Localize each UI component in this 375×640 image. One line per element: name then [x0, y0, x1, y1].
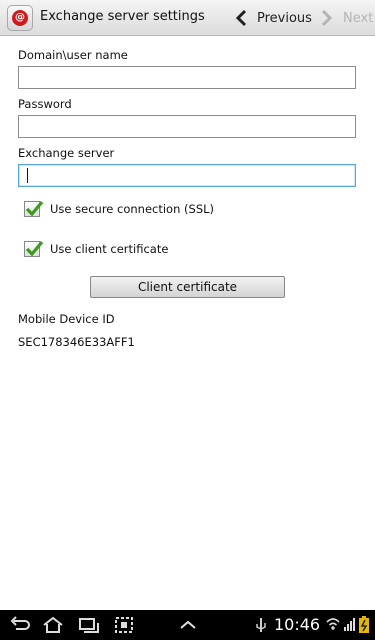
- usb-icon: [256, 618, 266, 632]
- chevron-right-icon: [321, 9, 333, 27]
- up-chevron-icon[interactable]: [177, 616, 199, 634]
- previous-label: Previous: [257, 10, 312, 26]
- home-icon[interactable]: [42, 616, 64, 634]
- domain-user-label: Domain\user name: [18, 48, 128, 62]
- at-sign-icon: @: [12, 10, 28, 26]
- recent-apps-icon[interactable]: [78, 616, 100, 634]
- client-certificate-checkbox[interactable]: [24, 240, 44, 257]
- screenshot-icon[interactable]: [113, 616, 135, 634]
- next-label: Next: [343, 10, 374, 26]
- domain-user-input[interactable]: [18, 66, 356, 89]
- ssl-checkbox[interactable]: [24, 200, 44, 217]
- back-icon[interactable]: [8, 616, 30, 634]
- system-navigation-bar: 10:46: [0, 610, 375, 640]
- password-input[interactable]: [18, 115, 356, 138]
- action-bar: @ Exchange server settings Previous Next: [0, 0, 375, 36]
- exchange-server-label: Exchange server: [18, 146, 115, 160]
- password-label: Password: [18, 97, 72, 111]
- checkmark-icon: [25, 200, 44, 217]
- client-certificate-label: Use client certificate: [50, 242, 169, 256]
- wifi-icon: [326, 618, 340, 630]
- clock: 10:46: [274, 615, 321, 634]
- battery-icon: [359, 616, 369, 633]
- email-app-icon[interactable]: @: [7, 5, 33, 31]
- previous-button[interactable]: Previous: [234, 6, 312, 30]
- text-cursor: [27, 168, 28, 183]
- client-certificate-button[interactable]: Client certificate: [90, 276, 285, 298]
- chevron-left-icon: [235, 9, 247, 27]
- ssl-label: Use secure connection (SSL): [50, 202, 215, 216]
- exchange-server-input[interactable]: [18, 164, 356, 187]
- checkmark-icon: [25, 240, 44, 257]
- screen-title: Exchange server settings: [40, 9, 205, 24]
- next-button[interactable]: Next: [320, 6, 373, 30]
- signal-icon: [344, 618, 355, 631]
- ssl-option[interactable]: Use secure connection (SSL): [24, 199, 214, 219]
- mobile-device-id-value: SEC178346E33AFF1: [18, 335, 135, 349]
- mobile-device-id-label: Mobile Device ID: [18, 312, 115, 326]
- client-certificate-option[interactable]: Use client certificate: [24, 239, 168, 259]
